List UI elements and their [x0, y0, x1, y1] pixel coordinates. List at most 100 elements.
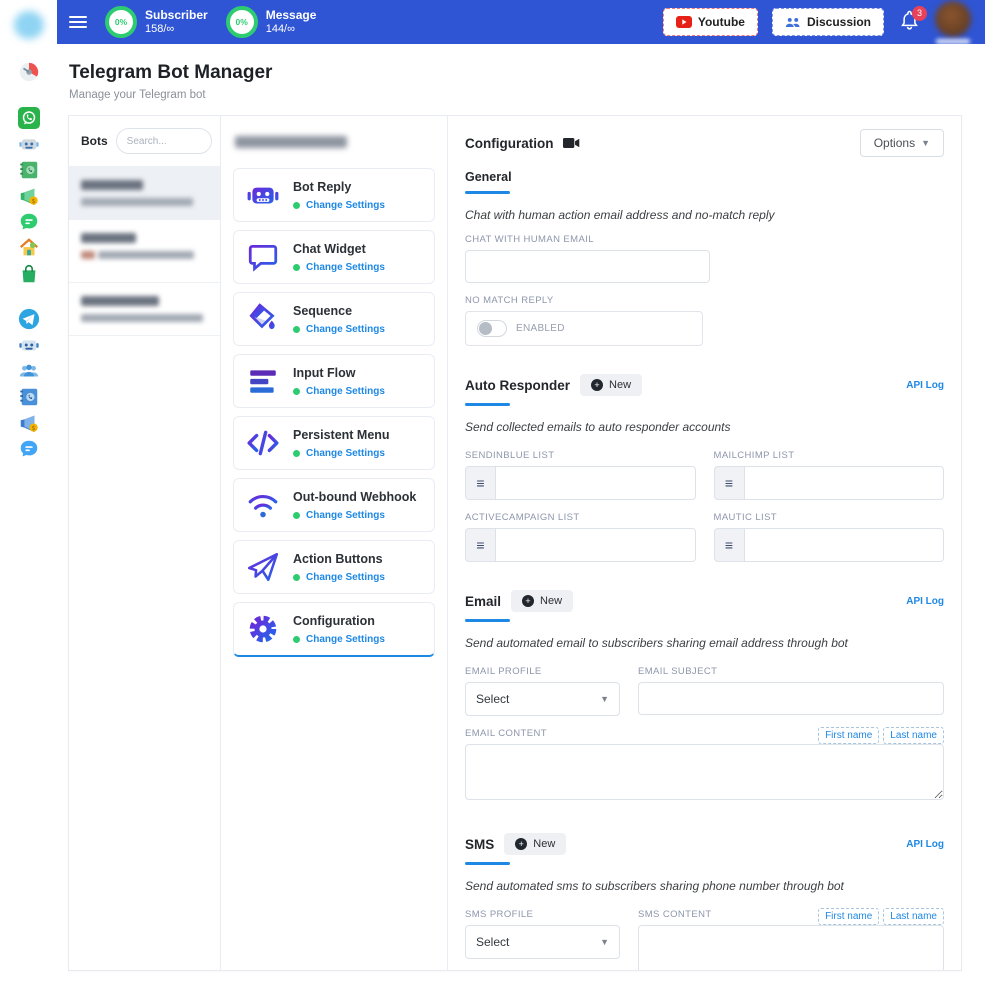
chat-bubble-icon	[246, 240, 280, 274]
mautic-list-label: MAUTIC LIST	[714, 512, 945, 523]
bots-panel: Bots	[69, 116, 221, 970]
plus-icon: +	[522, 595, 534, 607]
email-new-button[interactable]: +New	[511, 590, 573, 612]
auto-responder-title: Auto Responder	[465, 378, 570, 393]
mailchimp-list-input[interactable]	[744, 466, 945, 500]
change-settings-link[interactable]: Change Settings	[306, 510, 385, 521]
chat-with-human-email-label: CHAT WITH HUMAN EMAIL	[465, 234, 944, 245]
whatsapp-icon[interactable]	[18, 107, 40, 129]
menu-item-label: Persistent Menu	[293, 428, 390, 442]
chevron-down-icon: ▼	[600, 937, 609, 947]
discussion-button[interactable]: Discussion	[772, 8, 884, 36]
auto-responder-api-log-link[interactable]: API Log	[906, 380, 944, 391]
contact-book-green-icon[interactable]	[18, 159, 40, 181]
sms-description: Send automated sms to subscribers sharin…	[465, 879, 944, 893]
youtube-button[interactable]: Youtube	[663, 8, 758, 36]
broadcast-green-icon[interactable]: $	[18, 185, 40, 207]
redacted-bot-name	[81, 180, 143, 190]
shop-bag-icon[interactable]	[18, 263, 40, 285]
message-stat: 0% Message 144/∞	[226, 6, 317, 38]
app-root: $	[0, 0, 985, 981]
menu-item-label: Sequence	[293, 304, 385, 318]
change-settings-link[interactable]: Change Settings	[306, 572, 385, 583]
email-subject-input[interactable]	[638, 682, 944, 715]
hamburger-menu-icon[interactable]	[69, 16, 87, 28]
video-camera-icon[interactable]	[563, 137, 580, 149]
paper-plane-icon	[246, 550, 280, 584]
chat-blue-icon[interactable]	[18, 438, 40, 460]
menu-item-chat-widget[interactable]: Chat Widget Change Settings	[233, 230, 435, 284]
general-tab[interactable]: General	[465, 170, 944, 184]
sendinblue-list-input[interactable]	[495, 466, 696, 500]
redacted-username	[936, 39, 970, 44]
sms-api-log-link[interactable]: API Log	[906, 839, 944, 850]
app-logo[interactable]	[14, 11, 44, 39]
notifications-button[interactable]: 3	[900, 10, 919, 35]
menu-item-sequence[interactable]: Sequence Change Settings	[233, 292, 435, 346]
sms-title: SMS	[465, 837, 494, 852]
first-name-chip[interactable]: First name	[818, 908, 879, 925]
dashboard-gauge-icon[interactable]	[18, 61, 40, 83]
activecampaign-list-input[interactable]	[495, 528, 696, 562]
bot-search-input[interactable]	[116, 128, 212, 154]
change-settings-link[interactable]: Change Settings	[306, 386, 385, 397]
change-settings-link[interactable]: Change Settings	[306, 634, 385, 645]
change-settings-link[interactable]: Change Settings	[306, 200, 385, 211]
svg-text:$: $	[31, 424, 35, 432]
menu-item-action-buttons[interactable]: Action Buttons Change Settings	[233, 540, 435, 594]
subscriber-progress-ring: 0%	[105, 6, 137, 38]
menu-item-persistent-menu[interactable]: Persistent Menu Change Settings	[233, 416, 435, 470]
email-profile-select[interactable]: Select ▼	[465, 682, 620, 716]
menu-item-label: Out-bound Webhook	[293, 490, 416, 504]
change-settings-link[interactable]: Change Settings	[306, 324, 385, 335]
enabled-toggle[interactable]	[477, 320, 507, 337]
email-api-log-link[interactable]: API Log	[906, 596, 944, 607]
change-settings-link[interactable]: Change Settings	[306, 262, 385, 273]
email-content-textarea[interactable]	[465, 744, 944, 800]
message-progress-ring: 0%	[226, 6, 258, 38]
chat-with-human-email-input[interactable]	[465, 250, 710, 283]
bot-blue-icon[interactable]	[18, 334, 40, 356]
page-subtitle: Manage your Telegram bot	[69, 89, 985, 101]
bot-list-item[interactable]	[69, 166, 220, 219]
bot-list-item[interactable]	[69, 282, 220, 335]
bars-icon	[246, 364, 280, 398]
broadcast-blue-icon[interactable]: $	[18, 412, 40, 434]
subscriber-value: 158/∞	[145, 23, 208, 37]
email-profile-label: EMAIL PROFILE	[465, 666, 620, 677]
sms-content-textarea[interactable]	[638, 925, 944, 970]
menu-lines-icon: ≡	[714, 528, 744, 562]
first-name-chip[interactable]: First name	[818, 727, 879, 744]
telegram-icon[interactable]	[18, 308, 40, 330]
redacted-bot-name	[81, 296, 159, 306]
menu-lines-icon: ≡	[465, 528, 495, 562]
sms-profile-select[interactable]: Select ▼	[465, 925, 620, 959]
user-menu[interactable]	[935, 1, 971, 44]
mautic-list-input[interactable]	[744, 528, 945, 562]
auto-responder-new-button[interactable]: +New	[580, 374, 642, 396]
contact-book-blue-icon[interactable]	[18, 386, 40, 408]
bot-list-item[interactable]	[69, 219, 220, 282]
chat-green-icon[interactable]	[18, 211, 40, 233]
bot-green-icon[interactable]	[18, 133, 40, 155]
sms-new-button[interactable]: +New	[504, 833, 566, 855]
email-title: Email	[465, 594, 501, 609]
manager-card: Bots	[68, 115, 962, 971]
last-name-chip[interactable]: Last name	[883, 908, 944, 925]
youtube-icon	[676, 16, 692, 28]
users-group-icon[interactable]	[18, 360, 40, 382]
change-settings-link[interactable]: Change Settings	[306, 448, 385, 459]
menu-item-bot-reply[interactable]: Bot Reply Change Settings	[233, 168, 435, 222]
app-sidebar: $	[0, 0, 57, 981]
chevron-down-icon: ▼	[921, 138, 930, 148]
menu-item-configuration[interactable]: Configuration Change Settings	[233, 602, 435, 657]
options-button[interactable]: Options ▼	[860, 129, 944, 157]
redacted-bot-username	[81, 198, 193, 206]
status-dot	[293, 202, 300, 209]
robot-icon	[246, 178, 280, 212]
home-apps-icon[interactable]	[18, 237, 40, 259]
menu-item-input-flow[interactable]: Input Flow Change Settings	[233, 354, 435, 408]
last-name-chip[interactable]: Last name	[883, 727, 944, 744]
users-icon	[785, 16, 801, 29]
menu-item-outbound-webhook[interactable]: Out-bound Webhook Change Settings	[233, 478, 435, 532]
